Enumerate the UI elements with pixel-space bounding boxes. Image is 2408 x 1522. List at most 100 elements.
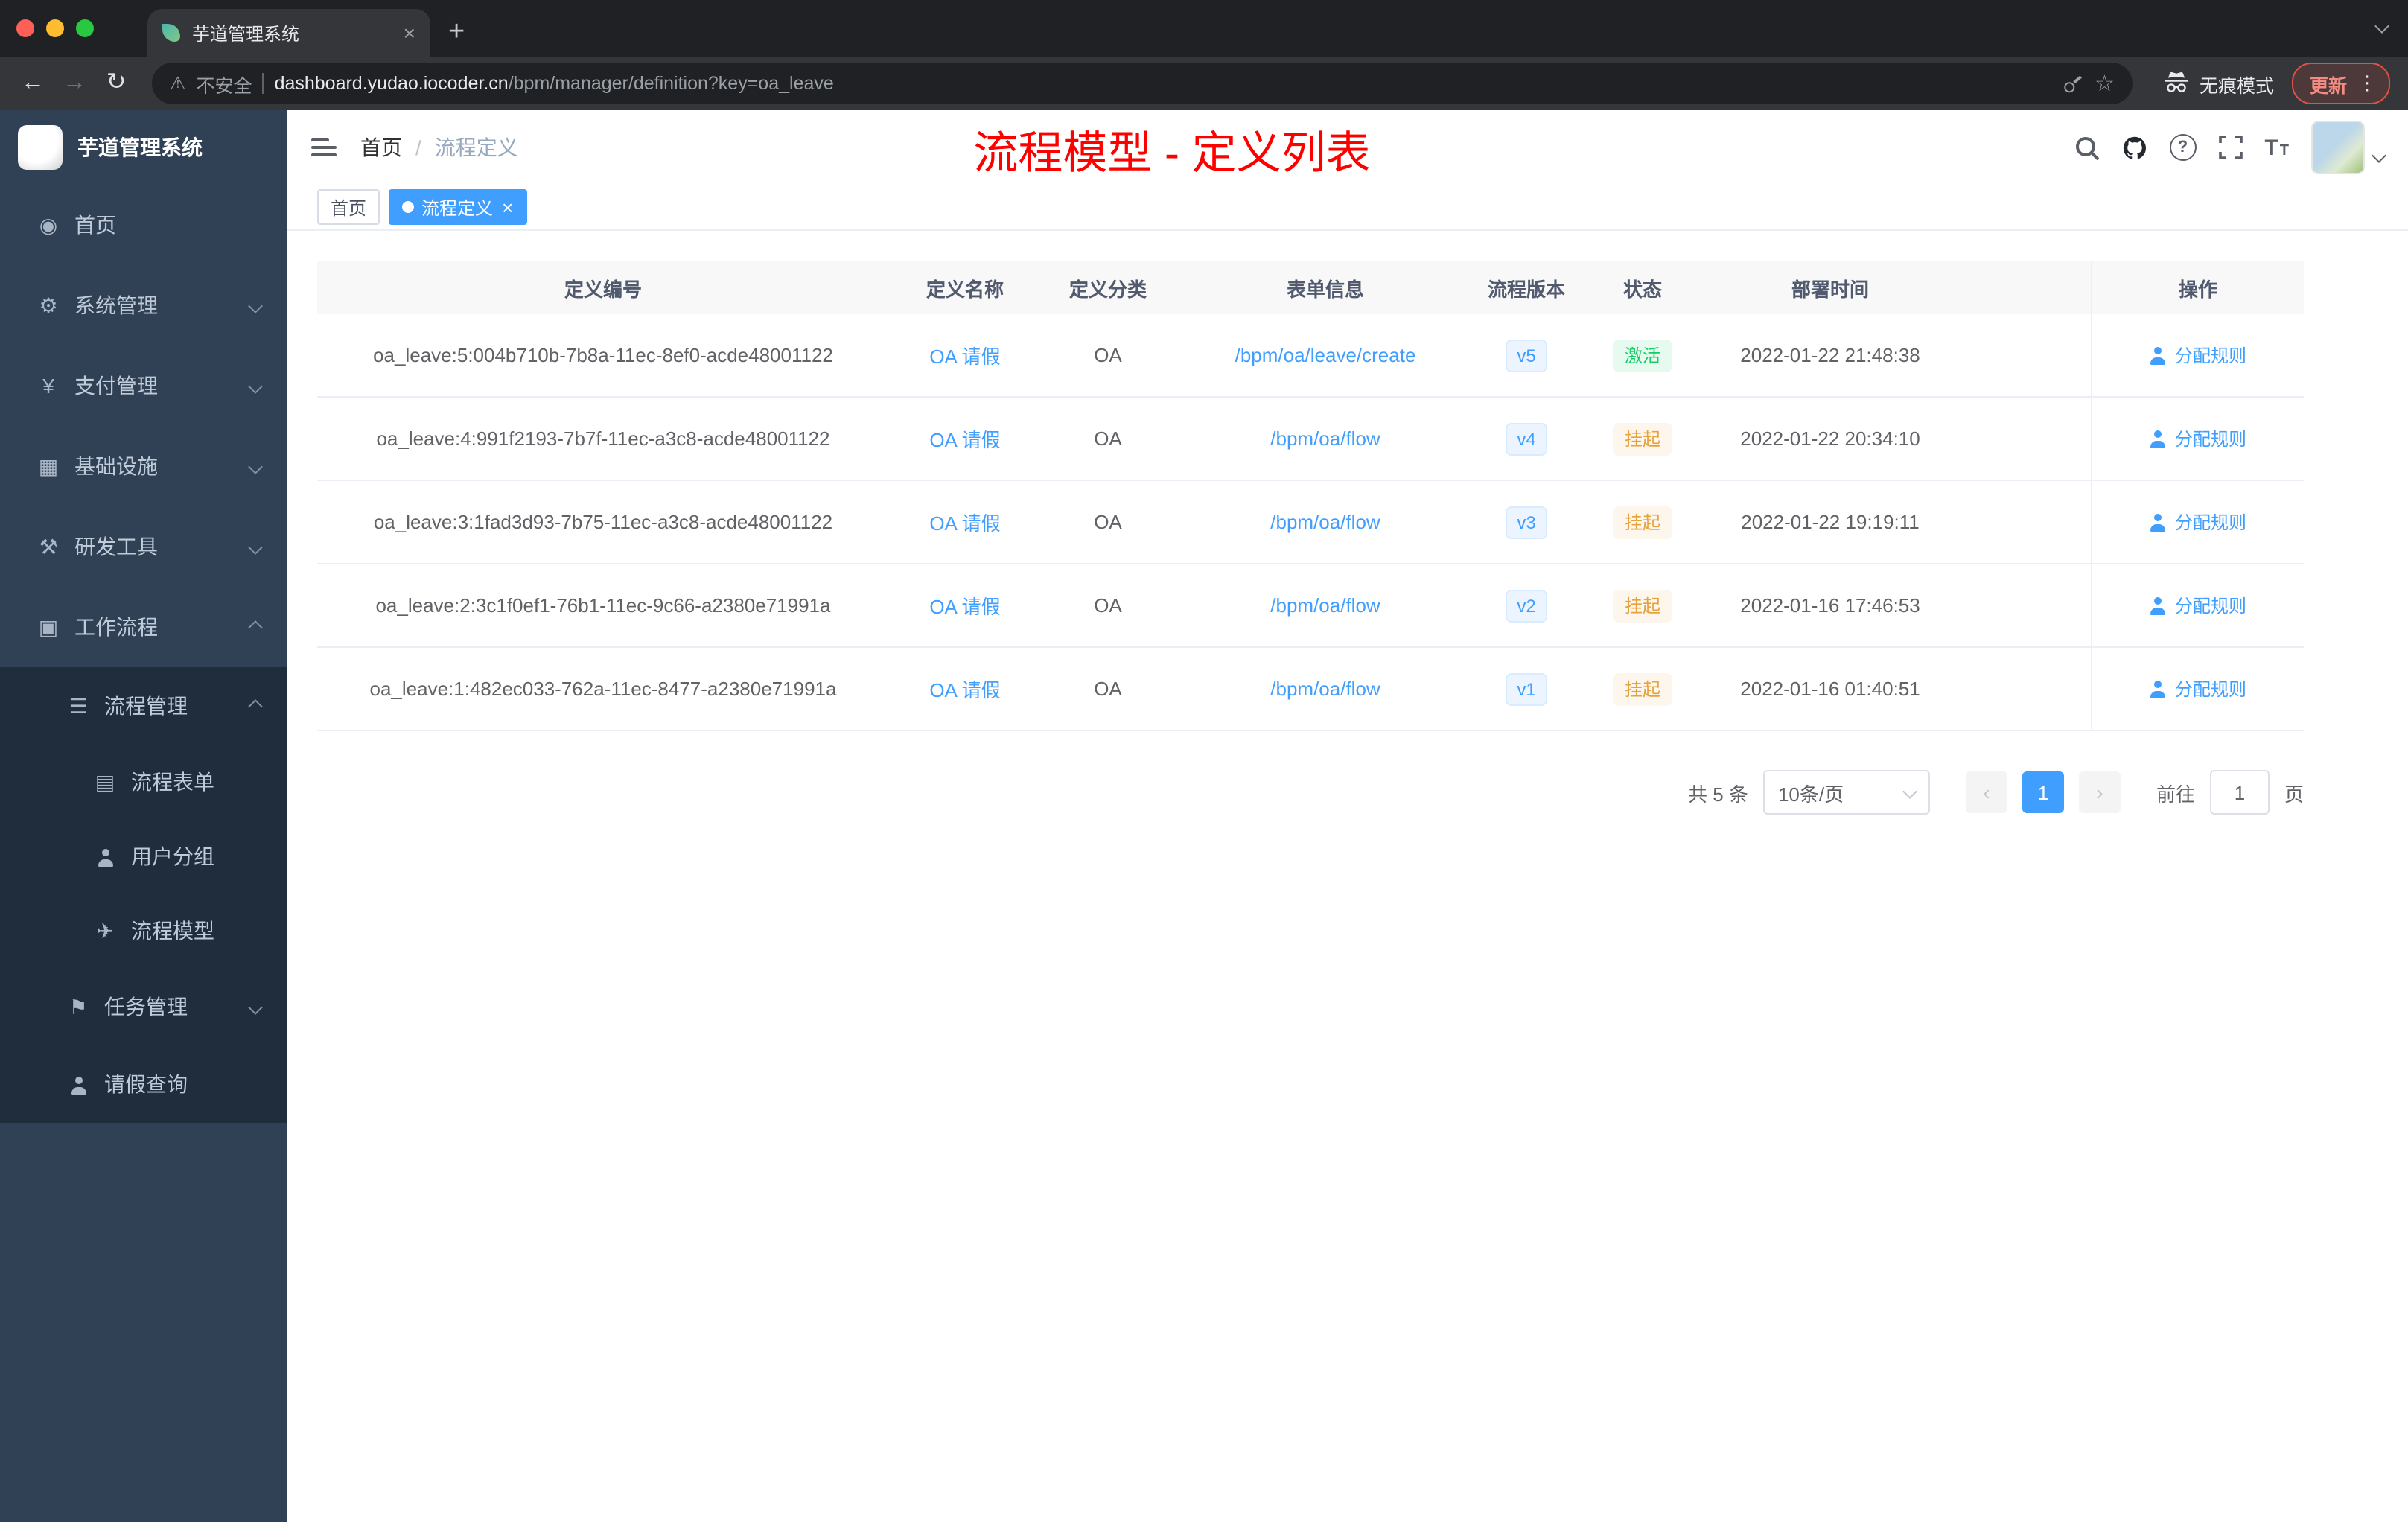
breadcrumb-home[interactable]: 首页 — [360, 133, 402, 162]
sidebar-item-leave-query[interactable]: 请假查询 — [0, 1045, 287, 1123]
font-size-icon[interactable]: TT — [2264, 135, 2289, 160]
chevron-down-icon — [248, 459, 263, 474]
cell-form-link[interactable]: /bpm/oa/flow — [1175, 564, 1476, 646]
chevron-down-icon — [2372, 147, 2386, 162]
next-page-button[interactable]: › — [2078, 771, 2121, 813]
status-badge: 挂起 — [1612, 589, 1672, 622]
assign-rule-link[interactable]: 分配规则 — [2150, 676, 2246, 701]
reload-button[interactable]: ↻ — [98, 71, 134, 95]
cell-definition-name[interactable]: OA 请假 — [889, 564, 1041, 646]
form-icon: ▤ — [95, 770, 115, 794]
tag-process-definition[interactable]: 流程定义 × — [389, 189, 527, 225]
cell-form-link[interactable]: /bpm/oa/flow — [1175, 481, 1476, 563]
table-row: oa_leave:5:004b710b-7b8a-11ec-8ef0-acde4… — [317, 314, 2304, 398]
app-logo[interactable]: 芋道管理系统 — [0, 110, 287, 185]
cell-category: OA — [1094, 511, 1122, 533]
close-window-button[interactable] — [16, 19, 34, 37]
tag-home[interactable]: 首页 — [317, 189, 380, 225]
cell-spacer — [1952, 648, 2091, 730]
search-icon[interactable] — [2074, 135, 2099, 160]
status-badge: 激活 — [1612, 339, 1672, 372]
dashboard-icon: ◉ — [39, 213, 58, 237]
password-key-icon[interactable] — [2055, 66, 2089, 100]
security-label[interactable]: 不安全 — [197, 69, 252, 98]
process-list-icon: ☰ — [69, 694, 88, 718]
sidebar-item-system-management[interactable]: ⚙ 系统管理 — [0, 265, 287, 346]
minimize-window-button[interactable] — [46, 19, 64, 37]
cell-form-link[interactable]: /bpm/oa/flow — [1175, 398, 1476, 480]
browser-tab[interactable]: 芋道管理系统 × — [147, 9, 430, 57]
update-button[interactable]: 更新 ⋮ — [2291, 63, 2390, 104]
cell-definition-name[interactable]: OA 请假 — [889, 398, 1041, 480]
assign-rule-link[interactable]: 分配规则 — [2150, 509, 2246, 535]
cell-form-link[interactable]: /bpm/oa/flow — [1175, 648, 1476, 730]
tab-close-icon[interactable]: × — [404, 22, 415, 43]
goto-page-input[interactable] — [2209, 770, 2270, 815]
cell-definition-name[interactable]: OA 请假 — [889, 481, 1041, 563]
page-size-select[interactable]: 10条/页 — [1762, 770, 1930, 815]
chevron-down-icon — [248, 999, 263, 1014]
sidebar-item-home[interactable]: ◉ 首页 — [0, 185, 287, 265]
cell-deploy-time: 2022-01-16 01:40:51 — [1740, 678, 1920, 700]
cell-category: OA — [1094, 344, 1122, 366]
cell-definition-name[interactable]: OA 请假 — [889, 314, 1041, 396]
send-icon: ✈ — [96, 919, 114, 943]
sidebar-item-dev-tools[interactable]: ⚒ 研发工具 — [0, 506, 287, 587]
sidebar-item-user-group[interactable]: 用户分组 — [0, 819, 287, 894]
browser-window: 芋道管理系统 × + ← → ↻ ⚠ 不安全 dashboard.yudao.i… — [0, 0, 2408, 1522]
chevron-up-icon — [248, 620, 263, 634]
assign-rule-label: 分配规则 — [2174, 679, 2246, 700]
active-dot-icon — [402, 201, 415, 213]
bookmark-star-icon[interactable]: ☆ — [2095, 72, 2115, 95]
traffic-lights — [0, 0, 109, 57]
cell-form-link[interactable]: /bpm/oa/leave/create — [1175, 314, 1476, 396]
sidebar-item-task-management[interactable]: ⚑ 任务管理 — [0, 968, 287, 1045]
back-button[interactable]: ← — [15, 71, 51, 95]
page-title: 流程模型 - 定义列表 — [973, 130, 1371, 179]
address-bar[interactable]: ⚠ 不安全 dashboard.yudao.iocoder.cn/bpm/man… — [152, 63, 2133, 104]
tab-title: 芋道管理系统 — [192, 23, 300, 44]
table-row: oa_leave:3:1fad3d93-7b75-11ec-a3c8-acde4… — [317, 481, 2304, 564]
forward-button[interactable]: → — [57, 71, 92, 95]
column-header-definition-name: 定义名称 — [926, 278, 1004, 300]
person-icon — [2150, 430, 2167, 448]
column-header-version: 流程版本 — [1487, 278, 1565, 300]
chevron-down-icon[interactable] — [2374, 12, 2389, 39]
site-favicon-icon — [162, 24, 180, 42]
status-badge: 挂起 — [1612, 672, 1672, 705]
browser-menu-icon[interactable]: ⋮ — [2357, 71, 2377, 95]
cell-spacer — [1952, 481, 2091, 563]
prev-page-button[interactable]: ‹ — [1965, 771, 2007, 813]
github-icon[interactable] — [2121, 135, 2147, 160]
assign-rule-link[interactable]: 分配规则 — [2150, 343, 2246, 368]
incognito-badge: 无痕模式 — [2162, 69, 2274, 98]
sidebar-item-process-model[interactable]: ✈ 流程模型 — [0, 894, 287, 968]
cell-definition-name[interactable]: OA 请假 — [889, 648, 1041, 730]
cell-spacer — [1952, 398, 2091, 480]
column-header-form-info: 表单信息 — [1286, 278, 1364, 300]
chevron-down-icon — [1902, 783, 1917, 798]
sidebar-item-process-management[interactable]: ☰ 流程管理 — [0, 667, 287, 745]
page-1-button[interactable]: 1 — [2022, 771, 2064, 813]
page-unit-label: 页 — [2284, 783, 2304, 805]
status-badge: 挂起 — [1612, 422, 1672, 455]
new-tab-button[interactable]: + — [448, 18, 465, 46]
incognito-icon — [2165, 71, 2188, 92]
user-avatar[interactable] — [2311, 121, 2386, 174]
sidebar-item-payment-management[interactable]: ¥ 支付管理 — [0, 346, 287, 426]
chevron-down-icon — [248, 298, 263, 313]
assign-rule-link[interactable]: 分配规则 — [2150, 426, 2246, 451]
incognito-label: 无痕模式 — [2199, 75, 2274, 96]
assign-rule-label: 分配规则 — [2174, 346, 2246, 366]
help-icon[interactable]: ? — [2169, 134, 2197, 161]
assign-rule-link[interactable]: 分配规则 — [2150, 593, 2246, 618]
cell-definition-id: oa_leave:1:482ec033-762a-11ec-8477-a2380… — [369, 678, 837, 700]
fullscreen-icon[interactable] — [2218, 136, 2243, 159]
sidebar-item-process-form[interactable]: ▤ 流程表单 — [0, 745, 287, 819]
sidebar-item-infrastructure[interactable]: ▦ 基础设施 — [0, 426, 287, 506]
sidebar-toggle-icon[interactable] — [311, 138, 337, 156]
sidebar-item-workflow[interactable]: ▣ 工作流程 — [0, 587, 287, 667]
zoom-window-button[interactable] — [76, 19, 94, 37]
sidebar-item-label: 请假查询 — [104, 1072, 188, 1096]
tag-close-icon[interactable]: × — [502, 197, 513, 217]
